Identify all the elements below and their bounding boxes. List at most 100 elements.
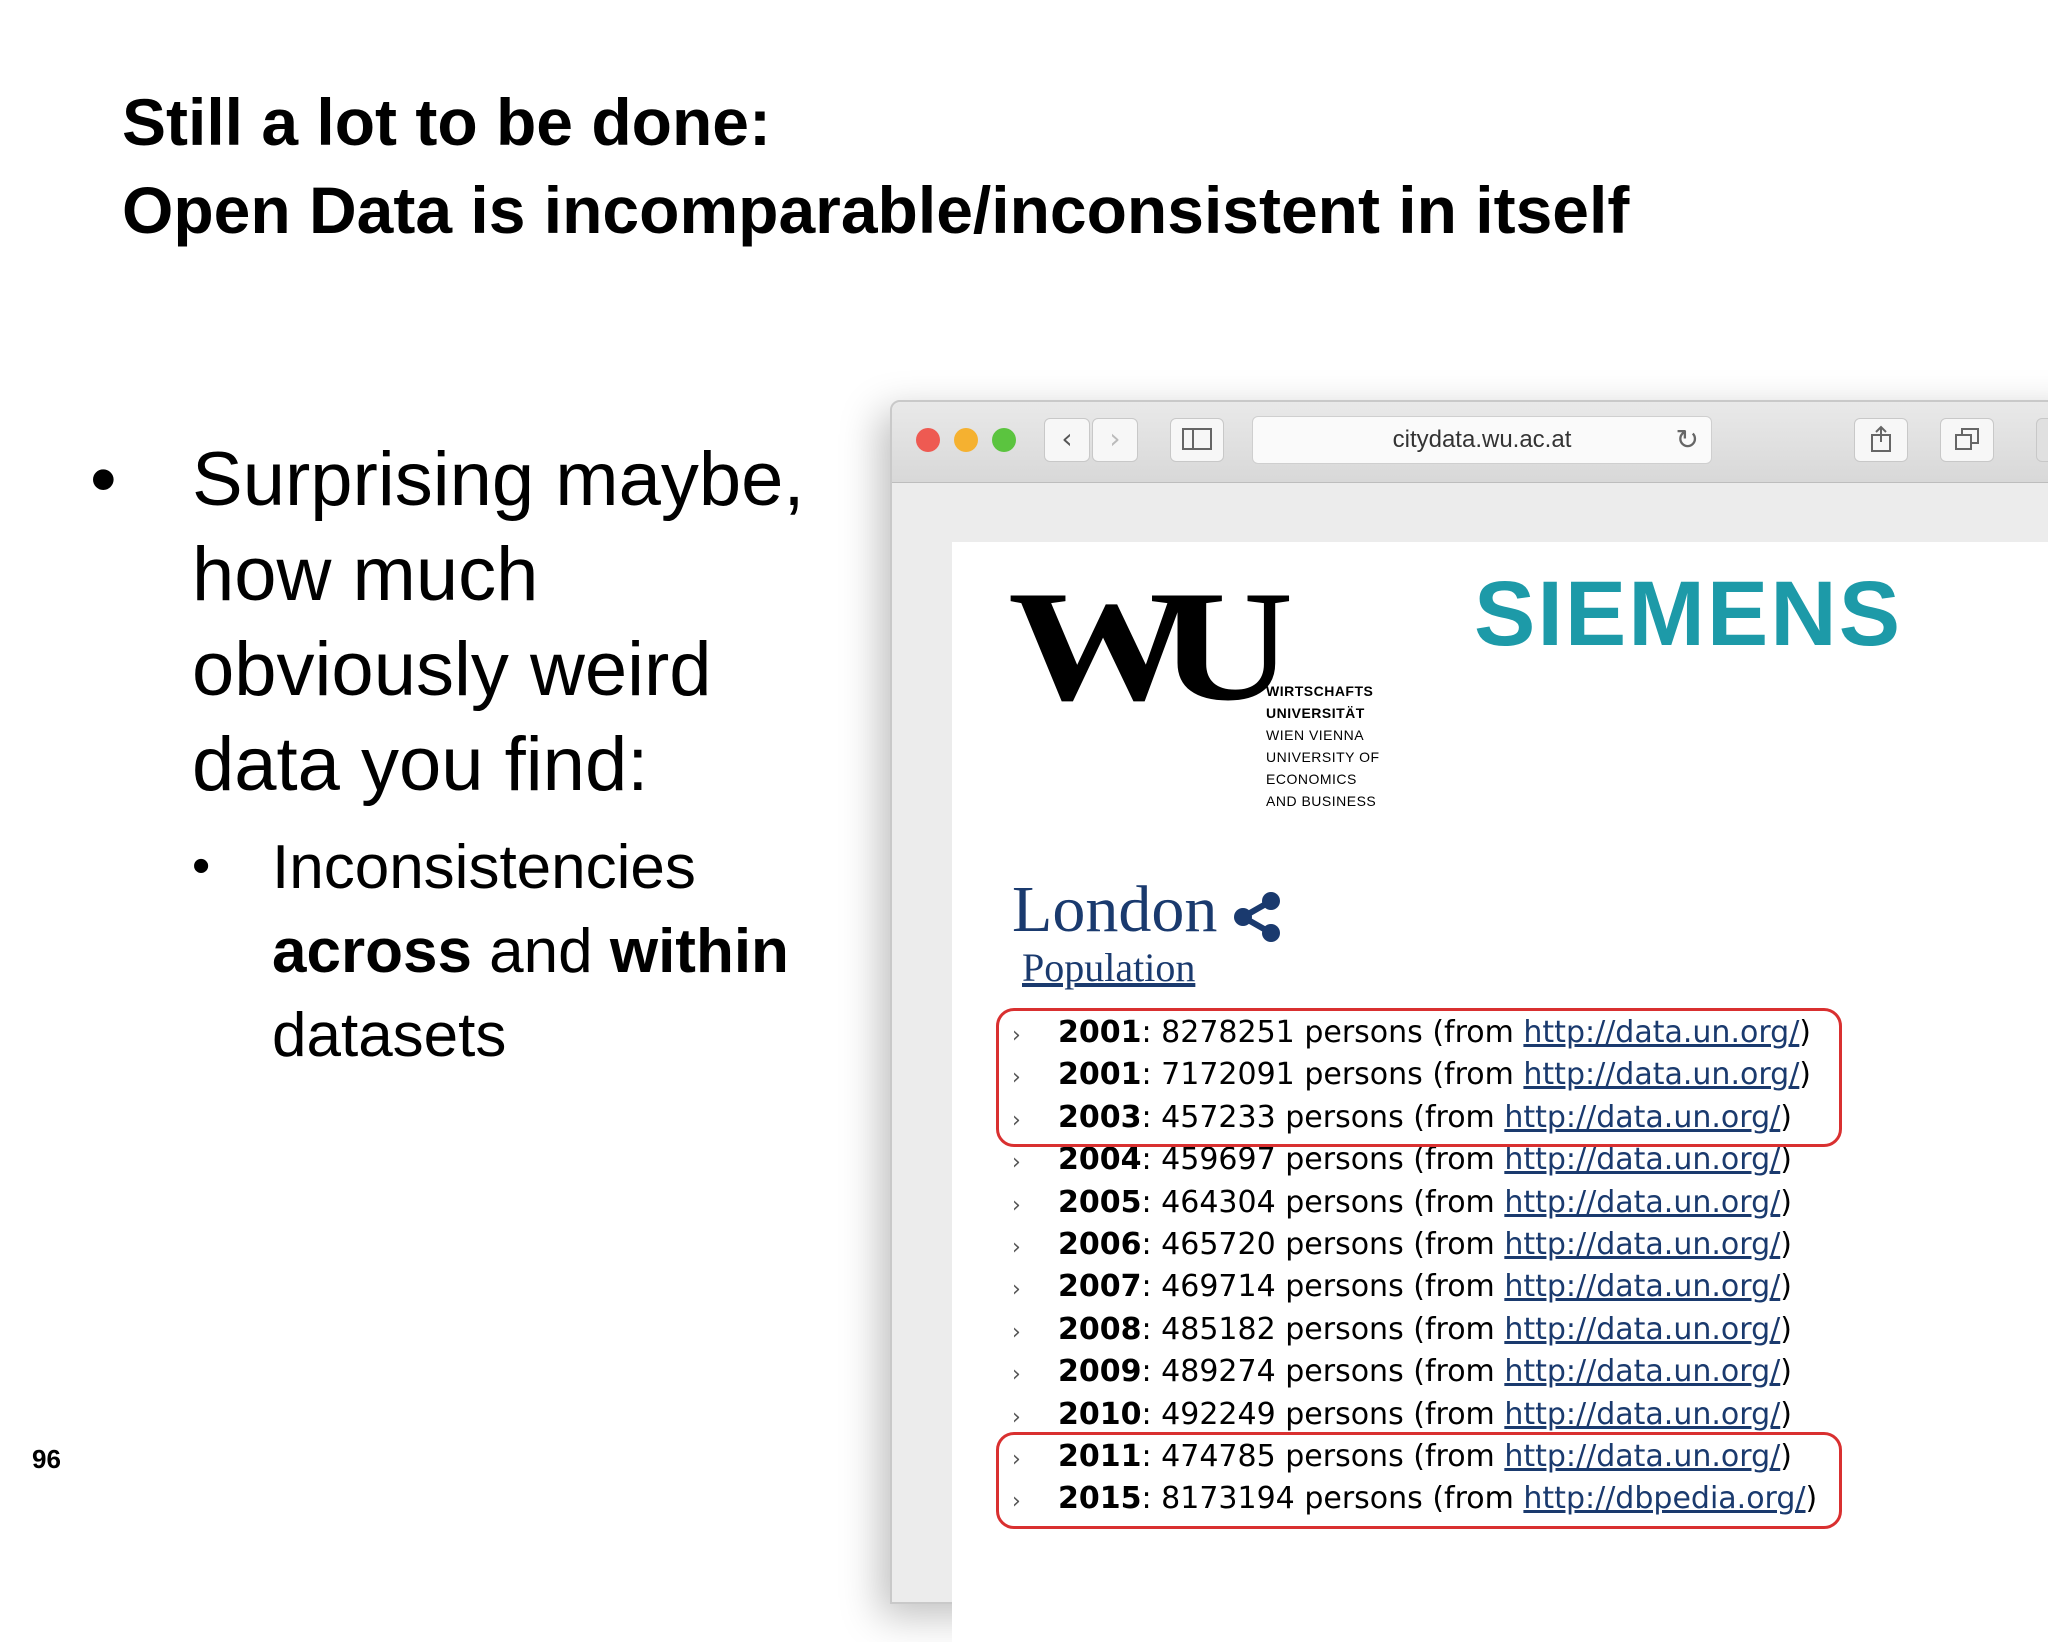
chevron-right-icon[interactable]: ›	[1012, 1269, 1058, 1311]
row-colon: :	[1141, 1226, 1162, 1262]
zoom-window-button[interactable]	[992, 428, 1016, 452]
slide-bullets: • Surprising maybe, how much obviously w…	[80, 432, 860, 1078]
row-value: 7172091	[1161, 1057, 1295, 1093]
chevron-right-icon[interactable]: ›	[1012, 1312, 1058, 1354]
row-value: 474785	[1161, 1438, 1276, 1474]
address-bar[interactable]: citydata.wu.ac.at ↻	[1252, 416, 1712, 464]
row-source-link[interactable]: http://data.un.org/	[1504, 1100, 1780, 1135]
row-colon: :	[1141, 1099, 1162, 1135]
row-close-paren: )	[1780, 1142, 1792, 1178]
tabs-icon	[1955, 428, 1979, 450]
row-source-link[interactable]: http://data.un.org/	[1523, 1057, 1799, 1092]
city-name: London	[1012, 873, 1218, 946]
wu-logo-line: UNIVERSITÄT	[1266, 705, 1365, 721]
population-row[interactable]: › 2011: 474785 persons (from http://data.…	[1012, 1436, 1817, 1478]
population-row[interactable]: › 2001: 8278251 persons (from http://data…	[1012, 1012, 1817, 1054]
population-list: › 2001: 8278251 persons (from http://data…	[996, 1008, 1842, 1529]
chevron-right-icon[interactable]: ›	[1012, 1100, 1058, 1142]
row-close-paren: )	[1799, 1015, 1812, 1050]
chevron-right-icon[interactable]: ›	[1012, 1397, 1058, 1439]
row-close-paren: )	[1780, 1354, 1792, 1390]
page-number: 96	[32, 1444, 61, 1474]
row-source-link[interactable]: http://data.un.org/	[1504, 1227, 1780, 1262]
row-close-paren: )	[1780, 1226, 1792, 1262]
row-unit: persons	[1285, 1142, 1404, 1178]
row-close-paren: )	[1780, 1099, 1792, 1135]
wu-logo-line: AND BUSINESS	[1266, 793, 1377, 809]
row-source-link[interactable]: http://data.un.org/	[1504, 1269, 1780, 1304]
chevron-right-icon[interactable]: ›	[1012, 1439, 1058, 1481]
forward-button[interactable]: ›	[1092, 418, 1138, 462]
row-value: 465720	[1161, 1226, 1276, 1262]
row-source-link[interactable]: http://data.un.org/	[1504, 1397, 1780, 1432]
chevron-right-icon[interactable]: ›	[1012, 1015, 1058, 1057]
sidebar-button[interactable]	[1170, 418, 1224, 462]
share-button[interactable]	[1854, 418, 1908, 462]
row-value: 8278251	[1161, 1015, 1295, 1050]
row-unit: persons	[1285, 1438, 1404, 1474]
wu-logo-letters: WU	[1008, 559, 1294, 734]
row-colon: :	[1141, 1311, 1162, 1347]
browser-window: ‹ › citydata.wu.ac.at ↻ WU WIRTSCHAFTS U…	[890, 400, 2048, 1642]
population-row[interactable]: › 2009: 489274 persons (from http://data.…	[1012, 1351, 1817, 1393]
chevron-right-icon[interactable]: ›	[1012, 1354, 1058, 1396]
row-value: 489274	[1161, 1354, 1276, 1390]
chevron-right-icon[interactable]: ›	[1012, 1227, 1058, 1269]
minimize-window-button[interactable]	[954, 428, 978, 452]
population-row[interactable]: › 2010: 492249 persons (from http://data.…	[1012, 1394, 1817, 1436]
new-tab-button[interactable]	[2036, 418, 2048, 462]
wu-logo-line: UNIVERSITY OF	[1266, 749, 1380, 765]
row-from: (from	[1413, 1311, 1495, 1347]
wu-logo-line: ECONOMICS	[1266, 771, 1357, 787]
row-source-link[interactable]: http://data.un.org/	[1504, 1439, 1780, 1474]
row-source-link[interactable]: http://data.un.org/	[1504, 1142, 1780, 1177]
bullet-main-text: Surprising maybe, how much obviously wei…	[192, 437, 805, 807]
row-source-link[interactable]: http://data.un.org/	[1504, 1185, 1780, 1220]
population-row[interactable]: › 2006: 465720 persons (from http://data.…	[1012, 1224, 1817, 1266]
row-value: 457233	[1161, 1099, 1276, 1135]
row-unit: persons	[1285, 1269, 1404, 1305]
population-row[interactable]: › 2008: 485182 persons (from http://data.…	[1012, 1309, 1817, 1351]
tabs-button[interactable]	[1940, 418, 1994, 462]
row-colon: :	[1141, 1481, 1162, 1517]
row-source-link[interactable]: http://data.un.org/	[1504, 1354, 1780, 1389]
bullet-sub-text2: and	[489, 917, 593, 986]
row-value: 469714	[1161, 1269, 1276, 1305]
population-row[interactable]: › 2007: 469714 persons (from http://data.…	[1012, 1266, 1817, 1308]
back-button[interactable]: ‹	[1044, 418, 1090, 462]
close-window-button[interactable]	[916, 428, 940, 452]
bullet-sub-dot: •	[192, 837, 211, 895]
row-year: 2005	[1058, 1184, 1142, 1220]
row-value: 464304	[1161, 1184, 1276, 1220]
row-colon: :	[1141, 1057, 1162, 1093]
population-row[interactable]: › 2003: 457233 persons (from http://data.…	[1012, 1097, 1817, 1139]
population-row[interactable]: › 2005: 464304 persons (from http://data.…	[1012, 1182, 1817, 1224]
chevron-right-icon[interactable]: ›	[1012, 1057, 1058, 1099]
row-close-paren: )	[1780, 1396, 1792, 1432]
row-unit: persons	[1285, 1311, 1404, 1347]
share-graph-icon[interactable]	[1231, 889, 1285, 943]
siemens-logo: SIEMENS	[1474, 563, 1903, 665]
row-source-link[interactable]: http://dbpedia.org/	[1523, 1481, 1805, 1516]
row-value: 8173194	[1161, 1481, 1295, 1517]
row-source-link[interactable]: http://data.un.org/	[1523, 1015, 1799, 1050]
row-close-paren: )	[1780, 1269, 1792, 1305]
row-source-link[interactable]: http://data.un.org/	[1504, 1312, 1780, 1347]
chevron-right-icon: ›	[1109, 422, 1121, 455]
bullet-dot: •	[90, 437, 117, 522]
chevron-right-icon[interactable]: ›	[1012, 1185, 1058, 1227]
row-unit: persons	[1304, 1481, 1423, 1517]
wu-logo-line: WIRTSCHAFTS	[1266, 683, 1374, 699]
population-row[interactable]: › 2001: 7172091 persons (from http://data…	[1012, 1054, 1817, 1096]
chevron-right-icon[interactable]: ›	[1012, 1481, 1058, 1523]
bullet-sub: • Inconsistencies across and within data…	[80, 826, 860, 1078]
row-year: 2004	[1058, 1142, 1142, 1178]
population-row[interactable]: › 2004: 459697 persons (from http://data.…	[1012, 1139, 1817, 1181]
row-unit: persons	[1304, 1057, 1423, 1093]
population-row[interactable]: › 2015: 8173194 persons (from http://dbpe…	[1012, 1478, 1817, 1520]
population-link[interactable]: Population	[1022, 944, 1195, 991]
row-from: (from	[1432, 1057, 1514, 1093]
row-close-paren: )	[1780, 1311, 1792, 1347]
reload-icon[interactable]: ↻	[1676, 417, 1699, 463]
chevron-right-icon[interactable]: ›	[1012, 1142, 1058, 1184]
